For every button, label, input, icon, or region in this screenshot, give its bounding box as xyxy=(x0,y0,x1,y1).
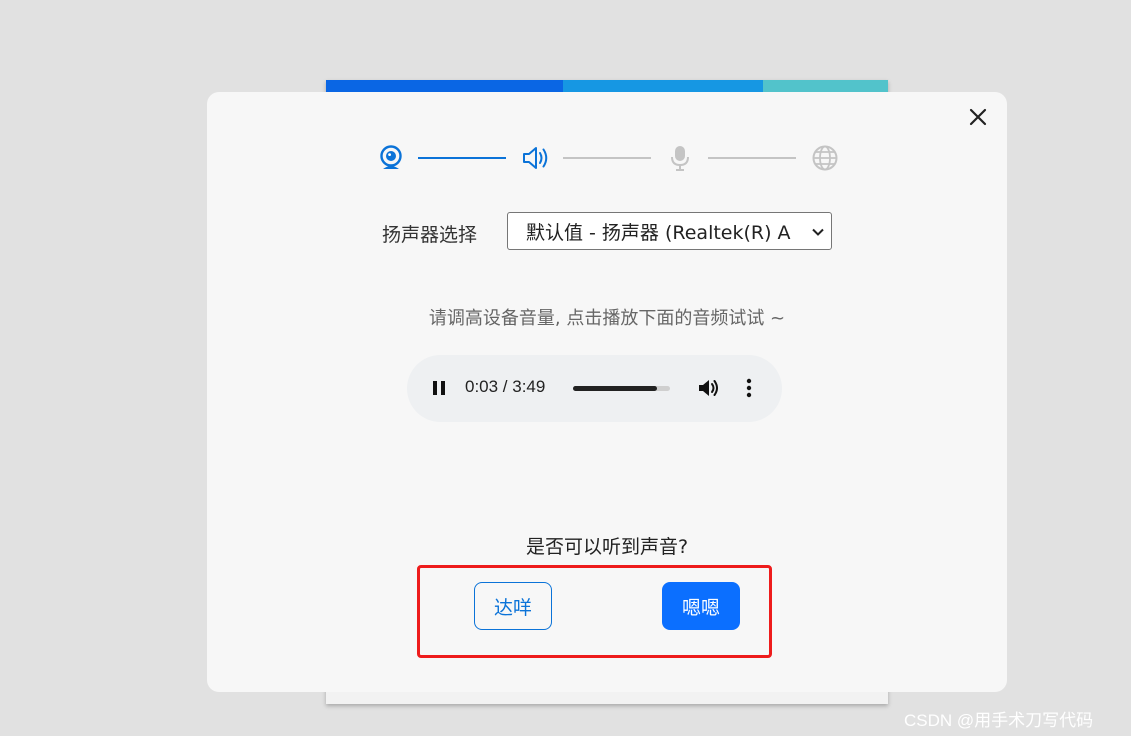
step-connector-3 xyxy=(708,157,796,159)
speaker-select[interactable]: 默认值 - 扬声器 (Realtek(R) A xyxy=(507,212,832,250)
header-stripe-3 xyxy=(763,80,888,92)
pause-icon xyxy=(433,381,445,395)
speaker-select-value: 默认值 - 扬声器 (Realtek(R) A xyxy=(526,221,791,244)
can-hear-button[interactable]: 嗯嗯 xyxy=(662,582,740,630)
pause-button[interactable] xyxy=(429,378,449,398)
hearing-question: 是否可以听到声音? xyxy=(525,536,689,558)
close-icon xyxy=(969,108,987,126)
volume-button[interactable] xyxy=(697,377,721,399)
volume-icon xyxy=(699,380,718,396)
audio-player: 0:03 / 3:49 xyxy=(407,355,782,422)
globe-icon xyxy=(812,145,838,171)
cannot-hear-button[interactable]: 达咩 xyxy=(474,582,552,630)
audio-time: 0:03 / 3:49 xyxy=(465,377,546,396)
step-speaker xyxy=(521,144,549,172)
speaker-icon xyxy=(523,147,548,169)
audio-seek-bar[interactable] xyxy=(573,386,670,391)
header-stripe-2 xyxy=(563,80,763,92)
step-connector-1 xyxy=(418,157,506,159)
speaker-select-label: 扬声器选择 xyxy=(382,224,478,246)
step-camera xyxy=(377,144,405,172)
step-connector-2 xyxy=(563,157,651,159)
more-vertical-icon xyxy=(746,378,752,398)
step-microphone xyxy=(666,144,694,172)
audio-progress-fill xyxy=(573,386,658,391)
close-button[interactable] xyxy=(967,106,989,128)
device-check-dialog: 扬声器选择 默认值 - 扬声器 (Realtek(R) A 请调高设备音量, 点… xyxy=(207,92,1007,692)
volume-hint: 请调高设备音量, 点击播放下面的音频试试 ~ xyxy=(428,308,786,329)
step-network xyxy=(811,144,839,172)
webcam-icon xyxy=(380,145,402,169)
watermark: CSDN @用手术刀写代码 xyxy=(904,711,1094,730)
audio-more-button[interactable] xyxy=(741,377,757,399)
microphone-icon xyxy=(671,146,689,171)
header-stripe-1 xyxy=(326,80,563,92)
chevron-down-icon xyxy=(812,228,824,236)
